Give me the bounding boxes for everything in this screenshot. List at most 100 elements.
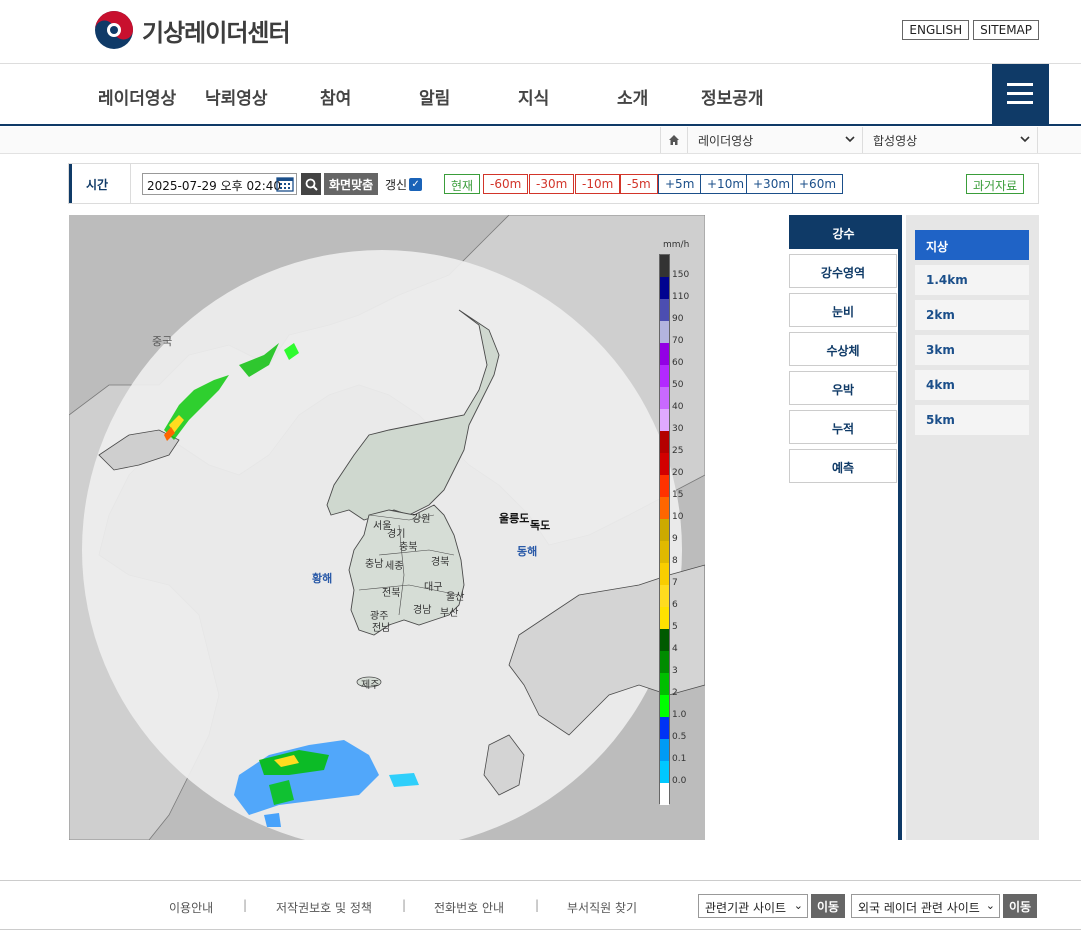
plus-5m-button[interactable]: +5m <box>658 174 702 194</box>
plus-10m-button[interactable]: +10m <box>700 174 752 194</box>
foreign-radar-select-value: 외국 레이더 관련 사이트 <box>858 901 980 915</box>
footer-link-staff[interactable]: 부서직원 찾기 <box>567 899 637 916</box>
type-item-snow-rain[interactable]: 눈비 <box>789 293 897 327</box>
legend-level-label: 6 <box>672 600 678 610</box>
minus-10m-button[interactable]: -10m <box>575 174 621 194</box>
altitude-item-3km[interactable]: 3km <box>915 335 1029 365</box>
hamburger-menu-icon[interactable] <box>992 64 1049 124</box>
legend-level-label: 110 <box>672 292 690 302</box>
search-button[interactable] <box>301 173 321 195</box>
breadcrumb-level2-label: 합성영상 <box>873 134 918 148</box>
legend-swatch <box>660 475 669 497</box>
nav-item-lightning[interactable]: 낙뢰영상 <box>205 84 268 109</box>
minus-30m-button[interactable]: -30m <box>529 174 575 194</box>
legend-swatch <box>660 453 669 475</box>
refresh-label: 갱신 <box>385 178 408 192</box>
legend-swatch <box>660 409 669 431</box>
nav-item-radar[interactable]: 레이더영상 <box>98 84 176 109</box>
legend-swatch <box>660 563 669 585</box>
altitude-item-ground[interactable]: 지상 <box>915 230 1029 260</box>
legend-level-label: 10 <box>672 512 684 522</box>
datetime-value: 2025-07-29 오후 02:40 <box>147 179 282 193</box>
legend-level-label: 70 <box>672 336 684 346</box>
type-item-area[interactable]: 강수영역 <box>789 254 897 288</box>
footer-link-guide[interactable]: 이용안내 <box>169 899 213 916</box>
legend-level-label: 50 <box>672 380 684 390</box>
altitude-item-2km[interactable]: 2km <box>915 300 1029 330</box>
map-label-daegu: 대구 <box>424 582 443 593</box>
legend-level-label: 25 <box>672 446 684 456</box>
english-button[interactable]: ENGLISH <box>902 20 970 40</box>
map-label-yellow-sea: 황해 <box>312 572 333 585</box>
nav-item-disclosure[interactable]: 정보공개 <box>701 84 764 109</box>
refresh-checkbox[interactable]: ✓ <box>409 178 423 191</box>
type-item-hail[interactable]: 우박 <box>789 371 897 405</box>
altitude-item-1-4km[interactable]: 1.4km <box>915 265 1029 295</box>
legend-swatch <box>660 343 669 365</box>
legend-swatch <box>660 365 669 387</box>
legend-swatch <box>660 497 669 519</box>
nav-item-knowledge[interactable]: 지식 <box>518 84 549 109</box>
plus-60m-button[interactable]: +60m <box>792 174 844 194</box>
datetime-input[interactable]: 2025-07-29 오후 02:40 <box>142 173 297 195</box>
now-button[interactable]: 현재 <box>444 174 481 194</box>
altitude-item-4km[interactable]: 4km <box>915 370 1029 400</box>
legend-level-label: 9 <box>672 534 678 544</box>
legend-swatch <box>660 585 669 607</box>
precip-type-header[interactable]: 강수 <box>789 215 898 249</box>
altitude-item-5km[interactable]: 5km <box>915 405 1029 435</box>
footer-link-copyright[interactable]: 저작권보호 및 정책 <box>276 899 372 916</box>
go-button-1[interactable]: 이동 <box>811 894 846 918</box>
type-item-forecast[interactable]: 예측 <box>789 449 897 483</box>
nav-item-participation[interactable]: 참여 <box>320 84 351 109</box>
time-control-bar: 시간 2025-07-29 오후 02:40 화면맞춤 갱신 ✓ 현재 -60m… <box>68 163 1039 204</box>
past-data-button[interactable]: 과거자료 <box>966 174 1025 194</box>
related-agency-select[interactable]: 관련기관 사이트 ⌄ <box>698 894 808 918</box>
refresh-toggle[interactable]: 갱신 ✓ <box>385 176 423 193</box>
type-item-hydrometeor[interactable]: 수상체 <box>789 332 897 366</box>
sitemap-button[interactable]: SITEMAP <box>973 20 1039 40</box>
calendar-icon[interactable] <box>276 176 294 192</box>
footer-link-phone[interactable]: 전화번호 안내 <box>434 899 504 916</box>
rain-legend: mm/h 150 110 90 70 60 50 40 30 25 20 15 10 9 8 7 6 5 4 3 2 1… <box>659 240 703 806</box>
legend-swatch <box>660 519 669 541</box>
breadcrumb-select-level1[interactable]: 레이더영상 <box>688 127 863 153</box>
fit-screen-button[interactable]: 화면맞춤 <box>324 173 379 195</box>
type-item-accumulated[interactable]: 누적 <box>789 410 897 444</box>
minus-60m-button[interactable]: -60m <box>483 174 529 194</box>
lang-buttons: ENGLISH SITEMAP <box>902 20 1039 40</box>
breadcrumb-select-level2[interactable]: 합성영상 <box>863 127 1038 153</box>
foreign-radar-select[interactable]: 외국 레이더 관련 사이트 ⌄ <box>851 894 1000 918</box>
radar-map[interactable]: 중국 황해 동해 울릉도 독도 서울 경기 강원 충북 충남 세종 경북 대구 … <box>69 215 705 840</box>
legend-level-label: 0.1 <box>672 754 687 764</box>
legend-swatch <box>660 607 669 629</box>
legend-level-label: 3 <box>672 666 678 676</box>
map-label-gyeongbuk: 경북 <box>431 557 450 568</box>
site-logo[interactable]: 기상레이더센터 <box>94 10 291 50</box>
legend-swatch <box>660 255 669 277</box>
legend-unit: mm/h <box>663 240 690 250</box>
precip-type-panel: 강수 강수영역 눈비 수상체 우박 누적 예측 <box>789 215 902 840</box>
map-label-sejong: 세종 <box>385 561 404 572</box>
go-button-2[interactable]: 이동 <box>1003 894 1038 918</box>
map-label-gyeongnam: 경남 <box>413 605 432 616</box>
legend-level-label: 150 <box>672 270 690 280</box>
related-agency-select-value: 관련기관 사이트 <box>705 901 787 915</box>
legend-labels: 150 110 90 70 60 50 40 30 25 20 15 10 9 8 7 6 5 4 3 2 1.0 0.5… <box>672 254 702 804</box>
footer-separator: | <box>402 898 407 912</box>
map-label-jeonnam: 전남 <box>372 623 391 634</box>
breadcrumb: 레이더영상 합성영상 <box>0 127 1081 154</box>
nav-item-about[interactable]: 소개 <box>617 84 648 109</box>
map-label-ulsan: 울산 <box>446 592 465 603</box>
chevron-down-icon <box>845 136 855 143</box>
nav-item-notice[interactable]: 알림 <box>419 84 450 109</box>
map-label-dokdo: 독도 <box>530 519 551 532</box>
search-icon <box>305 178 318 191</box>
plus-30m-button[interactable]: +30m <box>746 174 798 194</box>
map-label-chungbuk: 충북 <box>399 542 418 553</box>
legend-level-label: 8 <box>672 556 678 566</box>
home-icon[interactable] <box>660 127 688 153</box>
legend-level-label: 90 <box>672 314 684 324</box>
legend-swatch <box>660 431 669 453</box>
minus-5m-button[interactable]: -5m <box>620 174 658 194</box>
